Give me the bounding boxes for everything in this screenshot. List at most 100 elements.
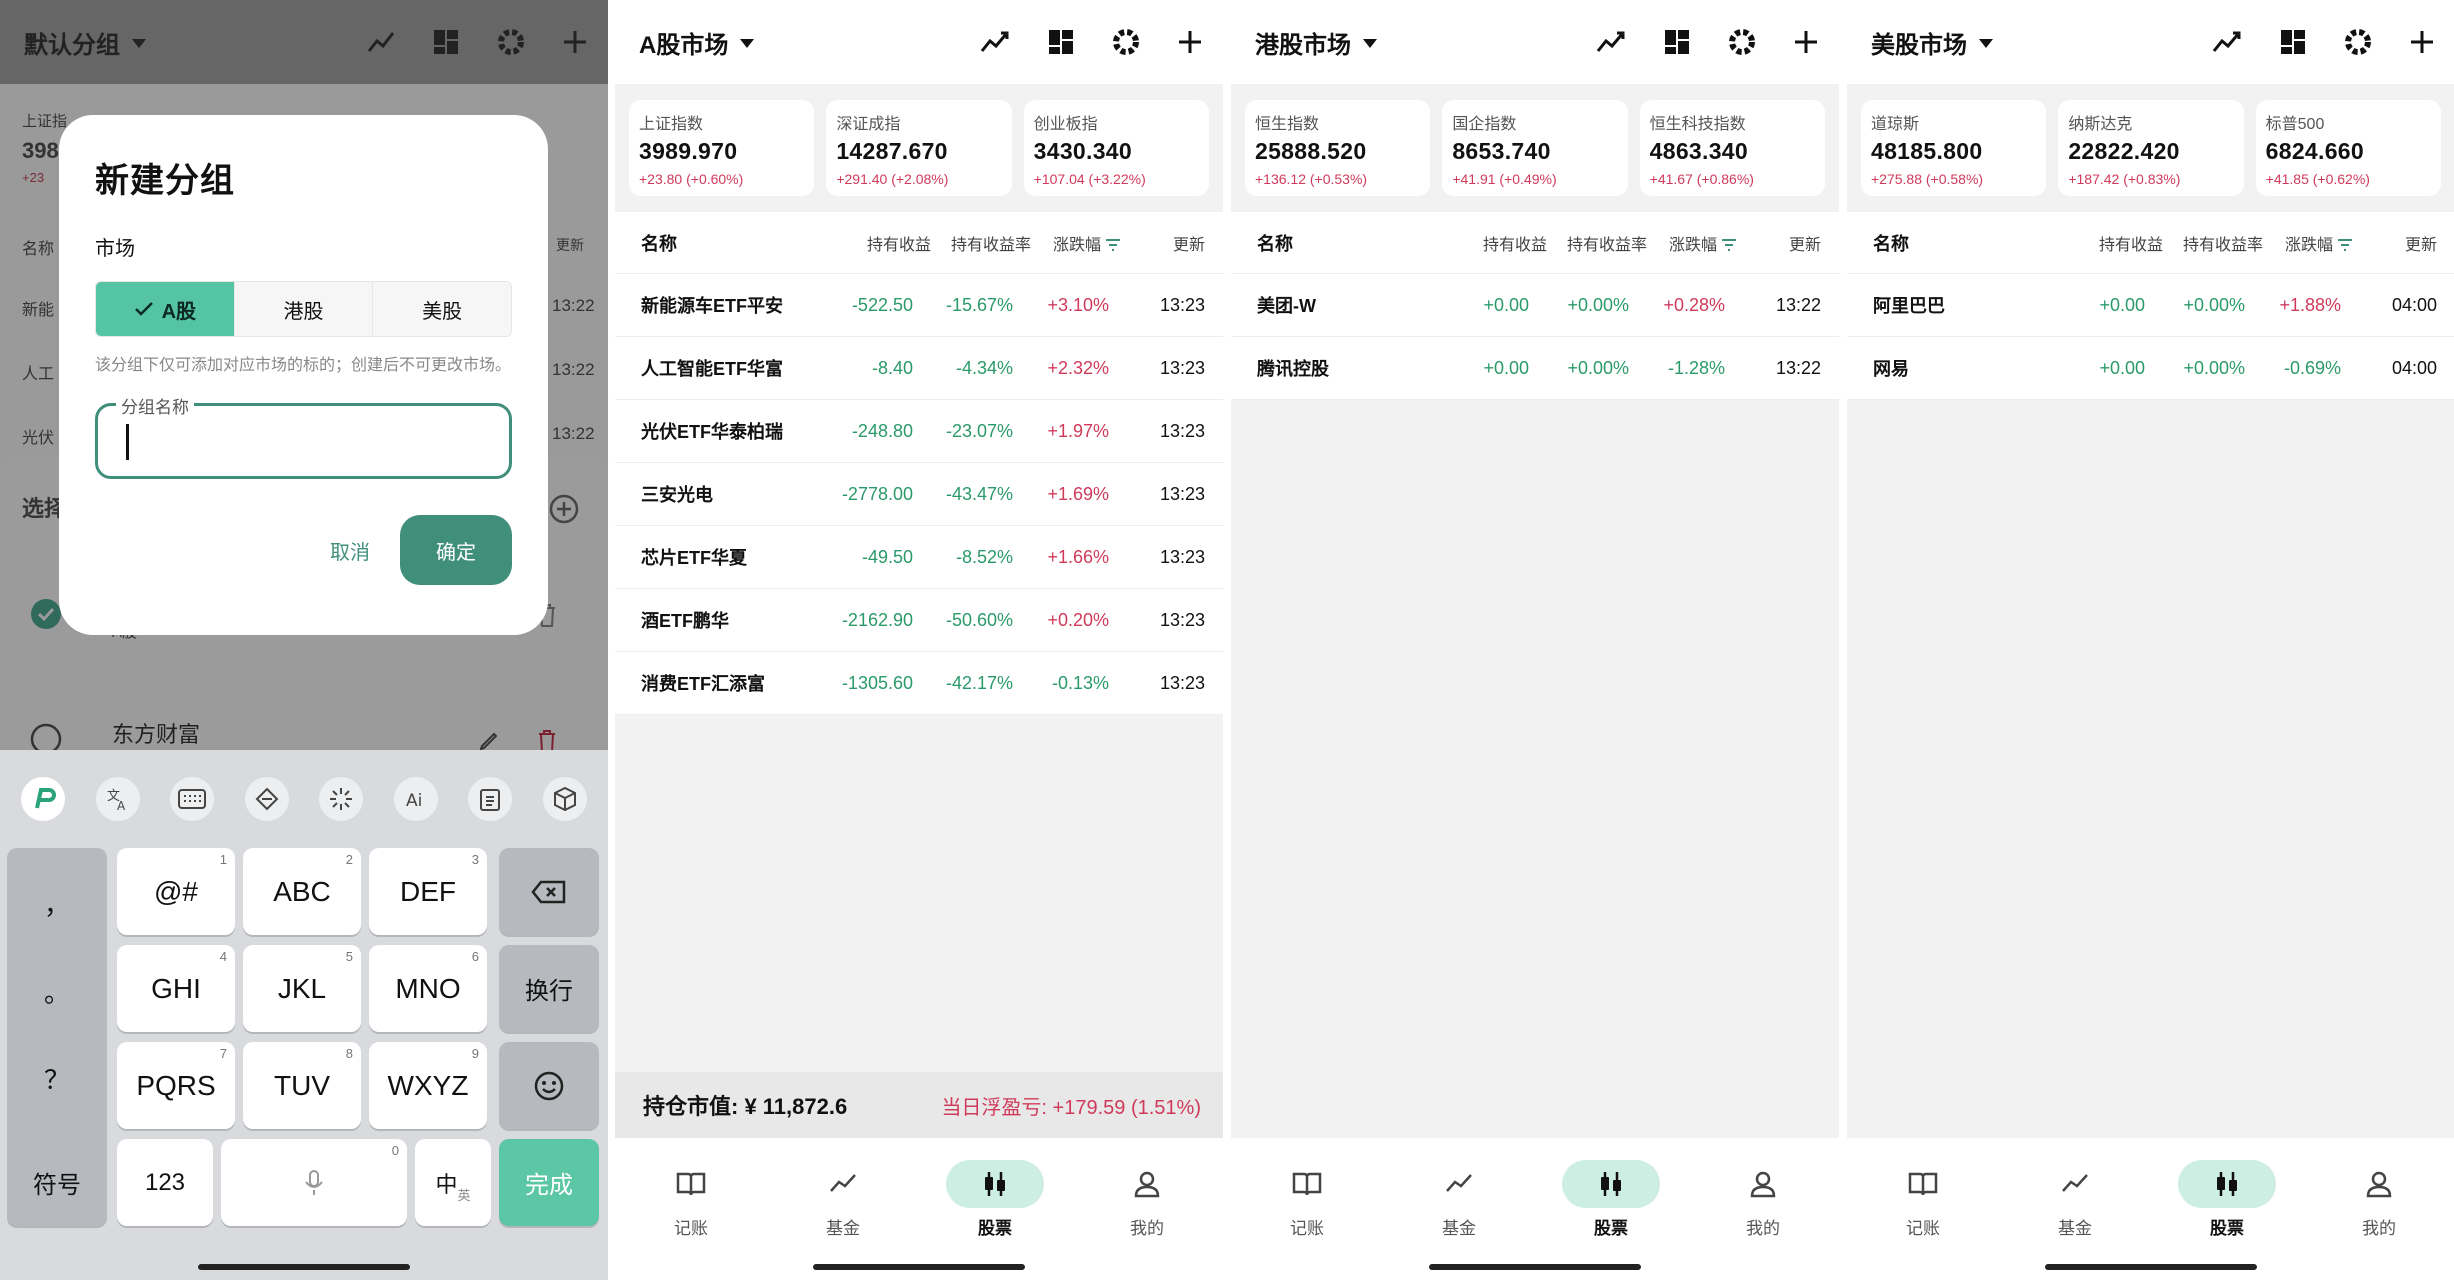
loading-icon[interactable]: [319, 777, 364, 821]
col-holding-gain[interactable]: 持有收益: [2079, 231, 2163, 255]
confirm-button[interactable]: 确定: [400, 515, 512, 585]
dashboard-icon[interactable]: [1663, 28, 1691, 56]
key-mno[interactable]: MNO 6: [369, 945, 487, 1032]
key-jkl[interactable]: JKL 5: [243, 945, 361, 1032]
clipboard-icon[interactable]: [468, 777, 513, 821]
col-name[interactable]: 名称: [1873, 230, 2079, 256]
nav-fund[interactable]: 基金: [1999, 1160, 2151, 1280]
key-def[interactable]: DEF 3: [369, 848, 487, 935]
table-row[interactable]: 光伏ETF华泰柏瑞 -248.80 -23.07% +1.97% 13:23: [615, 400, 1223, 463]
sheet-item-2[interactable]: 东方财富: [112, 717, 200, 749]
space-key[interactable]: 0: [221, 1139, 407, 1226]
gear-icon[interactable]: [1727, 27, 1757, 57]
col-holding-gain[interactable]: 持有收益: [1463, 231, 1547, 255]
col-holding-gain[interactable]: 持有收益: [847, 231, 931, 255]
table-row[interactable]: 网易 +0.00 +0.00% -0.69% 04:00: [1847, 337, 2454, 400]
index-card[interactable]: 标普500 6824.660 +41.85 (+0.62%): [2255, 100, 2441, 196]
symbols-key[interactable]: 符号: [7, 1139, 107, 1226]
table-row[interactable]: 人工智能ETF华富 -8.40 -4.34% +2.32% 13:23: [615, 337, 1223, 400]
nav-ledger[interactable]: 记账: [1847, 1160, 1999, 1280]
market-selector[interactable]: 美股市场: [1871, 25, 1993, 60]
box-icon[interactable]: [542, 777, 587, 821]
nav-profile[interactable]: 我的: [1687, 1160, 1839, 1280]
col-holding-rate[interactable]: 持有收益率: [1547, 231, 1647, 255]
nav-profile[interactable]: 我的: [2303, 1160, 2454, 1280]
index-card[interactable]: 创业板指 3430.340 +107.04 (+3.22%): [1023, 100, 1209, 196]
edit-icon[interactable]: [478, 730, 500, 752]
gear-icon[interactable]: [2343, 27, 2373, 57]
key-question[interactable]: ？: [44, 1060, 70, 1097]
nav-ledger[interactable]: 记账: [1231, 1160, 1383, 1280]
plus-icon[interactable]: [1793, 29, 1819, 55]
index-card[interactable]: 恒生指数 25888.520 +136.12 (+0.53%): [1245, 100, 1431, 196]
table-row[interactable]: 阿里巴巴 +0.00 +0.00% +1.88% 04:00: [1847, 274, 2454, 337]
table-row[interactable]: 新能源车ETF平安 -522.50 -15.67% +3.10% 13:23: [615, 274, 1223, 337]
plus-icon[interactable]: [2409, 29, 2435, 55]
col-update[interactable]: 更新: [2353, 231, 2437, 255]
table-row[interactable]: 消费ETF汇添富 -1305.60 -42.17% -0.13% 13:23: [615, 652, 1223, 715]
ime-logo-icon[interactable]: [21, 777, 66, 821]
key-wxyz[interactable]: WXYZ 9: [369, 1042, 487, 1129]
newline-key[interactable]: 换行: [499, 945, 599, 1032]
key-comma[interactable]: ，: [44, 885, 70, 922]
nav-stocks[interactable]: 股票: [919, 1160, 1071, 1280]
nav-stocks[interactable]: 股票: [2151, 1160, 2303, 1280]
trend-icon[interactable]: [979, 27, 1011, 57]
language-key[interactable]: 中英: [415, 1139, 491, 1226]
dashboard-icon[interactable]: [1047, 28, 1075, 56]
nav-fund[interactable]: 基金: [1383, 1160, 1535, 1280]
plus-icon[interactable]: [1177, 29, 1203, 55]
nav-stocks[interactable]: 股票: [1535, 1160, 1687, 1280]
index-card[interactable]: 道琼斯 48185.800 +275.88 (+0.58%): [1861, 100, 2047, 196]
key-abc[interactable]: ABC 2: [243, 848, 361, 935]
index-card[interactable]: 国企指数 8653.740 +41.91 (+0.49%): [1442, 100, 1628, 196]
layers-icon[interactable]: [244, 777, 289, 821]
group-name-field[interactable]: 分组名称: [95, 393, 512, 479]
ai-icon[interactable]: Ai: [393, 777, 438, 821]
table-row[interactable]: 酒ETF鹏华 -2162.90 -50.60% +0.20% 13:23: [615, 589, 1223, 652]
col-holding-rate[interactable]: 持有收益率: [931, 231, 1031, 255]
emoji-key[interactable]: [499, 1042, 599, 1129]
nav-profile[interactable]: 我的: [1071, 1160, 1223, 1280]
segment-hk-share[interactable]: 港股: [234, 282, 374, 336]
segment-us-share[interactable]: 美股: [373, 282, 511, 336]
key-tuv[interactable]: TUV 8: [243, 1042, 361, 1129]
key-symbols-1[interactable]: @# 1: [117, 848, 235, 935]
key-pqrs[interactable]: PQRS 7: [117, 1042, 235, 1129]
trend-icon[interactable]: [1595, 27, 1627, 57]
col-change[interactable]: 涨跌幅: [1031, 231, 1121, 255]
dashboard-icon[interactable]: [2279, 28, 2307, 56]
table-row[interactable]: 腾讯控股 +0.00 +0.00% -1.28% 13:22: [1231, 337, 1839, 400]
gear-icon[interactable]: [1111, 27, 1141, 57]
backspace-key[interactable]: [499, 848, 599, 935]
col-update[interactable]: 更新: [1737, 231, 1821, 255]
index-card[interactable]: 深证成指 14287.670 +291.40 (+2.08%): [826, 100, 1012, 196]
trend-icon[interactable]: [2211, 27, 2243, 57]
cancel-button[interactable]: 取消: [330, 536, 370, 565]
col-name[interactable]: 名称: [1257, 230, 1463, 256]
add-circle-icon[interactable]: [548, 493, 580, 525]
key-ghi[interactable]: GHI 4: [117, 945, 235, 1032]
index-card[interactable]: 恒生科技指数 4863.340 +41.67 (+0.86%): [1639, 100, 1825, 196]
table-row[interactable]: 三安光电 -2778.00 -43.47% +1.69% 13:23: [615, 463, 1223, 526]
col-holding-rate[interactable]: 持有收益率: [2163, 231, 2263, 255]
keyboard-icon[interactable]: [170, 777, 215, 821]
nav-ledger[interactable]: 记账: [615, 1160, 767, 1280]
segment-a-share[interactable]: A股: [96, 282, 235, 336]
col-update[interactable]: 更新: [1121, 231, 1205, 255]
checked-icon[interactable]: [30, 598, 62, 630]
col-change[interactable]: 涨跌幅: [2263, 231, 2353, 255]
market-selector[interactable]: 港股市场: [1255, 25, 1377, 60]
index-card[interactable]: 纳斯达克 22822.420 +187.42 (+0.83%): [2058, 100, 2244, 196]
numbers-key[interactable]: 123: [117, 1139, 213, 1226]
col-name[interactable]: 名称: [641, 230, 847, 256]
done-key[interactable]: 完成: [499, 1139, 599, 1226]
col-change[interactable]: 涨跌幅: [1647, 231, 1737, 255]
table-row[interactable]: 美团-W +0.00 +0.00% +0.28% 13:22: [1231, 274, 1839, 337]
index-card[interactable]: 上证指数 3989.970 +23.80 (+0.60%): [629, 100, 815, 196]
nav-fund[interactable]: 基金: [767, 1160, 919, 1280]
market-selector[interactable]: A股市场: [639, 25, 755, 60]
translate-icon[interactable]: 文A: [95, 777, 140, 821]
table-row[interactable]: 芯片ETF华夏 -49.50 -8.52% +1.66% 13:23: [615, 526, 1223, 589]
key-period[interactable]: 。: [44, 973, 70, 1010]
